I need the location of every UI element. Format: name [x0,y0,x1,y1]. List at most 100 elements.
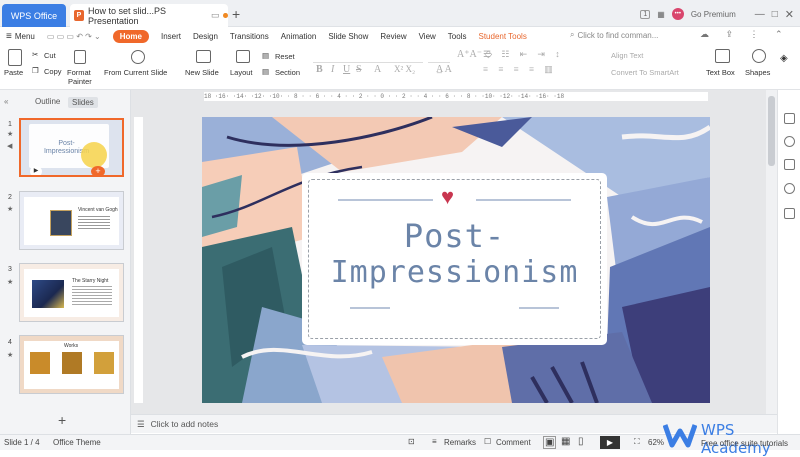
paste-icon[interactable] [8,49,22,66]
property-icon[interactable] [784,113,795,124]
align-text-button[interactable]: Align Text [611,51,643,60]
tab-student-tools[interactable]: Student Tools [478,32,526,41]
play-slideshow-button[interactable]: ▶ [600,436,620,449]
slide-thumbnail-3[interactable]: The Starry Night [19,263,124,322]
alignment-icons[interactable]: ≡ ≡ ≡ ≡ ▥ [483,64,557,75]
maximize-icon[interactable]: □ [772,9,778,20]
reading-view-icon[interactable]: ▯ [578,436,584,447]
layout-icon[interactable] [236,50,250,63]
copy-button[interactable]: Copy [44,67,62,76]
super-sub-icon[interactable]: X² X₂ [394,64,415,74]
settings-icon[interactable] [784,159,795,170]
reset-icon[interactable]: ▤ [262,51,269,60]
section-button[interactable]: Section [275,68,300,77]
shadow-icon[interactable]: A̲ A [436,64,452,75]
copy-icon[interactable]: ❐ [32,66,39,75]
history-icon[interactable] [784,183,795,194]
section-icon[interactable]: ▤ [262,67,269,76]
window-count-badge[interactable]: 1 [640,9,651,19]
vertical-scrollbar[interactable] [766,90,777,414]
slides-tab[interactable]: Slides [68,97,98,108]
backup-icon[interactable] [784,208,795,219]
slides-panel: « Outline Slides 1 ★ ◀ Post-Impressionis… [0,90,131,434]
list-icons[interactable]: ☰ ☷ ⇤ ⇥ ↕ [483,49,564,60]
collapse-panel-icon[interactable]: « [4,97,8,106]
sorter-view-icon[interactable]: ▦ [561,436,570,447]
normal-view-icon[interactable]: ▣ [543,436,557,449]
remarks-button[interactable]: Remarks [444,438,476,447]
fit-icon[interactable]: ⊡ [408,437,415,446]
animation-star-icon: ★ [7,206,14,213]
scissors-icon[interactable]: ✂ [32,50,38,59]
new-slide-button[interactable]: New Slide [185,68,219,77]
avatar[interactable]: ••• [671,8,684,20]
slide-title-line-1[interactable]: Post- [302,217,607,255]
minimize-icon[interactable]: — [755,9,765,20]
monitor-icon: ▭ [210,10,220,20]
bold-icon[interactable]: B [316,64,323,75]
title-bar: WPS Office P How to set slid...PS Presen… [0,0,800,27]
slide-thumbnail-2[interactable]: Vincent van Gogh [19,191,124,250]
format-painter-label-1[interactable]: Format [67,68,91,77]
underline-icon[interactable]: U [343,64,350,75]
remarks-icon[interactable]: ≡ [432,437,437,446]
shapes-button[interactable]: Shapes [745,68,770,77]
search-input[interactable]: Click to find comman... [577,31,658,40]
convert-smartart-button[interactable]: Convert To SmartArt [611,68,679,77]
tab-wps-office[interactable]: WPS Office [2,4,66,27]
go-premium-link[interactable]: Go Premium [691,10,736,19]
format-painter-icon[interactable] [74,50,86,64]
shapes-icon[interactable] [752,49,766,63]
menu-right-icons[interactable]: ☁ ⇪ ⋮ ⌃ [700,29,790,40]
tab-home[interactable]: Home [112,29,149,43]
animation-star-icon: ★ [7,279,14,286]
text-box-icon[interactable] [715,49,730,63]
tab-review[interactable]: Review [380,32,406,41]
tab-wps-label: WPS Office [10,10,58,21]
tab-slide-show[interactable]: Slide Show [328,32,368,41]
close-icon[interactable]: ✕ [785,8,794,21]
grid-icon[interactable]: ▦ [657,10,665,19]
text-box-button[interactable]: Text Box [706,68,735,77]
slide-thumbnail-1[interactable]: Post-Impressionism + ▶ [19,118,124,177]
new-slide-icon[interactable] [196,50,211,63]
play-icon[interactable] [131,50,145,64]
tab-view[interactable]: View [419,32,436,41]
format-painter-label-2[interactable]: Painter [68,77,92,86]
tab-insert[interactable]: Insert [161,32,181,41]
font-size-select[interactable] [428,51,450,63]
tab-document[interactable]: P How to set slid...PS Presentation ▭ [70,4,228,27]
title-card[interactable]: ♥ Post- Impressionism [302,173,607,345]
cut-button[interactable]: Cut [44,51,56,60]
comment-icon[interactable]: ☐ [484,437,491,446]
tab-document-label: How to set slid...PS Presentation [87,5,167,26]
fit-window-icon[interactable]: ⛶ [634,437,640,447]
slide-title-line-2[interactable]: Impressionism [302,255,607,290]
design-icon[interactable] [784,136,795,147]
layout-button[interactable]: Layout [230,68,253,77]
outline-tab[interactable]: Outline [35,97,60,106]
tab-tools[interactable]: Tools [448,32,467,41]
slide-thumbnail-4[interactable]: Works [19,335,124,394]
menu-button[interactable]: Menu [15,32,35,41]
titlebar-controls: 1 ▦ ••• Go Premium — □ ✕ [640,4,800,24]
from-current-slide-button[interactable]: From Current Slide [104,68,167,77]
arrange-icon[interactable]: ◈ [780,53,788,64]
tab-transitions[interactable]: Transitions [230,32,269,41]
reset-button[interactable]: Reset [275,52,295,61]
paste-button[interactable]: Paste [4,68,23,77]
quick-access-icons[interactable]: ▭ ▭ ▭ ↶ ↷ ⌄ [47,32,101,41]
tab-design[interactable]: Design [193,32,218,41]
command-search[interactable]: ⌕ Click to find comman... [570,28,688,42]
add-slide-button[interactable]: + [58,412,66,428]
notes-placeholder[interactable]: Click to add notes [151,419,219,429]
italic-icon[interactable]: I [331,64,334,75]
tab-animation[interactable]: Animation [281,32,317,41]
comment-button[interactable]: Comment [496,438,531,447]
slide-canvas[interactable]: ♥ Post- Impressionism [202,117,710,403]
new-tab-button[interactable]: + [232,6,240,22]
strike-icon[interactable]: S [356,64,362,75]
font-name-select[interactable] [313,51,423,63]
font-color-icon[interactable]: A [374,64,381,75]
hamburger-icon[interactable]: ≡ [6,31,12,42]
